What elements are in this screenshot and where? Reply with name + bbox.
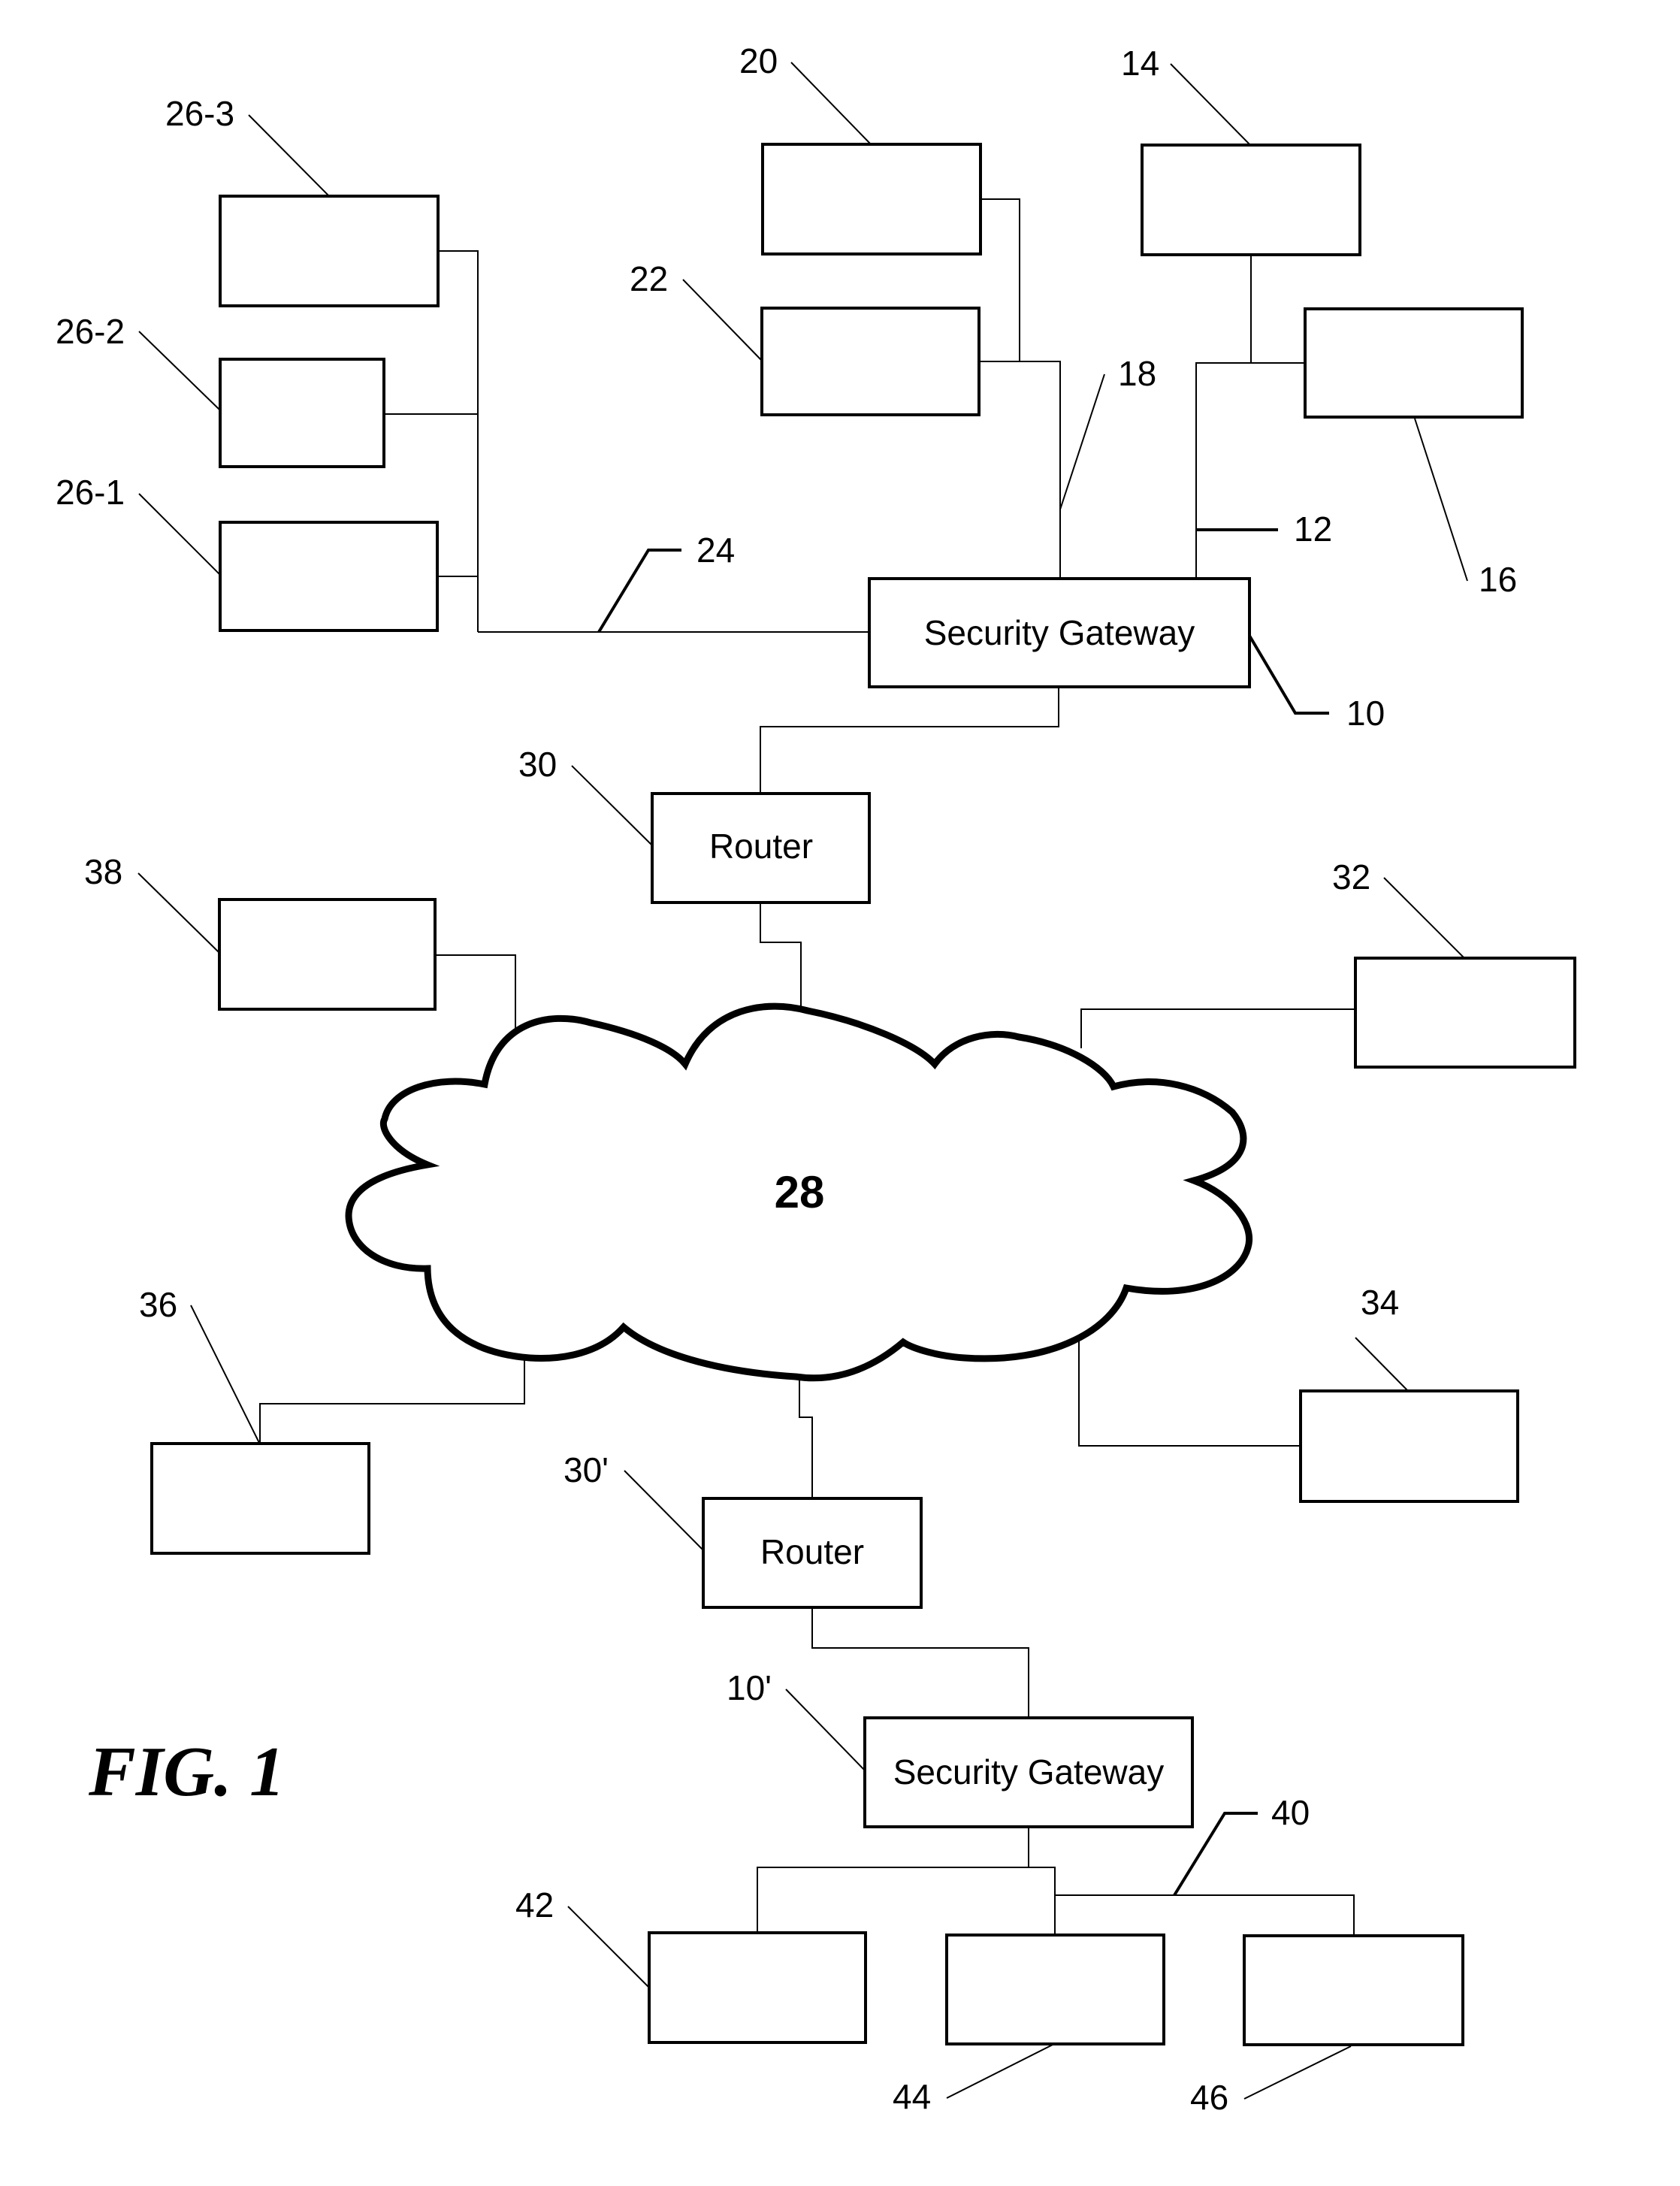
- leader-18: [1059, 373, 1105, 510]
- router-30-label: Router: [709, 827, 813, 866]
- ref-38: 38: [84, 852, 122, 891]
- ref-32: 32: [1332, 857, 1370, 896]
- ref-20: 20: [739, 41, 778, 80]
- wire-network-12: [1195, 362, 1305, 579]
- device-42-box[interactable]: [648, 1931, 867, 2044]
- device-20-box[interactable]: [761, 143, 982, 255]
- wire-36-cloud: [259, 1359, 525, 1444]
- leader-10: [1248, 634, 1329, 715]
- leader-24: [597, 549, 681, 633]
- device-36[interactable]: [150, 1442, 370, 1555]
- device-44-box[interactable]: [945, 1934, 1165, 2045]
- security-gateway-10[interactable]: Security Gateway: [868, 577, 1251, 688]
- leader-38: [137, 872, 220, 954]
- device-14-box[interactable]: [1141, 144, 1361, 256]
- device-16[interactable]: [1304, 307, 1524, 419]
- ref-22: 22: [630, 259, 668, 298]
- router-30-prime[interactable]: Router: [702, 1497, 923, 1609]
- leader-46: [1243, 2045, 1352, 2100]
- figure-caption: FIG. 1: [88, 1733, 285, 1811]
- ref-12: 12: [1294, 509, 1332, 549]
- leader-42: [567, 1906, 649, 1988]
- wire-26-3: [438, 250, 479, 632]
- device-38[interactable]: [218, 898, 437, 1011]
- wire-network-40: [1055, 1894, 1355, 1936]
- device-26-2[interactable]: [219, 358, 385, 468]
- device-38-box[interactable]: [218, 898, 437, 1011]
- leader-34: [1355, 1337, 1409, 1392]
- cloud-label: 28: [775, 1167, 825, 1217]
- internet-cloud: 28: [345, 1002, 1252, 1382]
- ref-18: 18: [1118, 354, 1156, 393]
- leader-26-2: [138, 331, 221, 411]
- leader-20: [790, 62, 872, 145]
- device-14[interactable]: [1141, 144, 1361, 256]
- leader-26-3: [248, 114, 330, 197]
- ref-26-1: 26-1: [56, 473, 125, 512]
- device-26-2-box[interactable]: [219, 358, 385, 468]
- device-32-box[interactable]: [1354, 957, 1576, 1069]
- leader-44: [946, 2044, 1053, 2099]
- ref-40: 40: [1271, 1793, 1310, 1832]
- leader-10-prime: [785, 1689, 866, 1771]
- security-gateway-10-prime-label: Security Gateway: [893, 1752, 1164, 1791]
- ref-30: 30: [518, 745, 557, 784]
- ref-44: 44: [893, 2077, 931, 2116]
- leader-30: [571, 765, 653, 846]
- wire-38-cloud: [436, 954, 516, 1039]
- ref-34: 34: [1361, 1283, 1399, 1322]
- ref-16: 16: [1479, 560, 1517, 599]
- wire-router-gateway-remote: [811, 1607, 1029, 1718]
- device-32[interactable]: [1354, 957, 1576, 1069]
- network-diagram: 28 Security Gateway Router Router Securi…: [56, 41, 1576, 2117]
- ref-26-3: 26-3: [165, 94, 234, 133]
- device-46-box[interactable]: [1243, 1934, 1464, 2046]
- wire-cloud-router-remote: [799, 1375, 813, 1498]
- wire-gateway-router: [760, 687, 1059, 794]
- router-30-prime-label: Router: [760, 1532, 864, 1571]
- ref-14: 14: [1121, 44, 1159, 83]
- ref-46: 46: [1190, 2078, 1228, 2117]
- ref-36: 36: [139, 1285, 177, 1324]
- wire-42: [757, 1867, 1056, 1935]
- leader-26-1: [138, 493, 221, 576]
- leader-30-prime: [624, 1470, 704, 1551]
- ref-10-prime: 10': [727, 1668, 772, 1707]
- ref-42: 42: [515, 1885, 554, 1924]
- device-34[interactable]: [1299, 1389, 1519, 1503]
- ref-24: 24: [696, 531, 735, 570]
- device-44[interactable]: [945, 1934, 1165, 2045]
- security-gateway-10-label: Security Gateway: [924, 613, 1195, 652]
- router-30[interactable]: Router: [651, 792, 871, 904]
- device-16-box[interactable]: [1304, 307, 1524, 419]
- device-26-1[interactable]: [219, 521, 439, 632]
- leader-22: [682, 279, 763, 361]
- device-26-3[interactable]: [219, 195, 440, 307]
- wire-20: [981, 198, 1020, 361]
- wire-32-cloud: [1080, 1008, 1355, 1048]
- leader-14: [1170, 63, 1251, 146]
- device-42[interactable]: [648, 1931, 867, 2044]
- security-gateway-10-prime[interactable]: Security Gateway: [863, 1716, 1194, 1828]
- device-26-1-box[interactable]: [219, 521, 439, 632]
- wire-network-18: [979, 361, 1061, 579]
- leader-32: [1383, 877, 1465, 959]
- leader-36: [190, 1305, 260, 1444]
- ref-26-2: 26-2: [56, 312, 125, 351]
- device-22-box[interactable]: [760, 307, 981, 416]
- device-22[interactable]: [760, 307, 981, 416]
- device-46[interactable]: [1243, 1934, 1464, 2046]
- device-36-box[interactable]: [150, 1442, 370, 1555]
- leader-16: [1414, 418, 1468, 582]
- wire-34-cloud: [1078, 1334, 1301, 1447]
- device-34-box[interactable]: [1299, 1389, 1519, 1503]
- ref-30-prime: 30': [564, 1450, 609, 1489]
- device-26-3-box[interactable]: [219, 195, 440, 307]
- ref-10: 10: [1346, 694, 1385, 733]
- device-20[interactable]: [761, 143, 982, 255]
- wire-router-cloud: [760, 903, 802, 1011]
